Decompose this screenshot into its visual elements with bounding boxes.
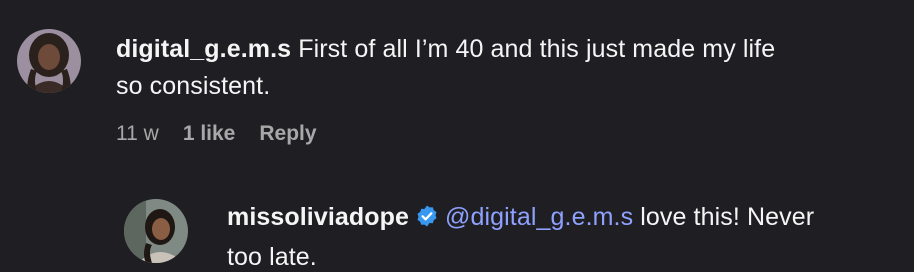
comment-likes[interactable]: 1 like bbox=[183, 119, 236, 149]
reply-text-line2: too late. bbox=[227, 243, 317, 271]
reply-text-line1: love this! Never bbox=[640, 203, 815, 231]
comment-body: digital_g.e.m.s First of all I’m 40 and … bbox=[116, 31, 896, 105]
reply-username[interactable]: missoliviadope bbox=[227, 203, 409, 231]
comment-text-line2: so consistent. bbox=[116, 72, 271, 100]
reply-button[interactable]: Reply bbox=[259, 119, 316, 149]
verified-badge-icon bbox=[415, 202, 439, 239]
reply-avatar[interactable] bbox=[124, 199, 188, 263]
reply-body: missoliviadope @digital_g.e.m.s love this… bbox=[227, 199, 907, 272]
comment-avatar[interactable] bbox=[17, 29, 81, 93]
comment-time[interactable]: 11 w bbox=[116, 119, 159, 149]
comment-text-line1: First of all I’m 40 and this just made m… bbox=[298, 35, 776, 63]
comments-panel: digital_g.e.m.s First of all I’m 40 and … bbox=[0, 0, 914, 272]
reply-mention[interactable]: @digital_g.e.m.s bbox=[445, 203, 633, 231]
comment-username[interactable]: digital_g.e.m.s bbox=[116, 35, 291, 63]
comment-meta: 11 w 1 like Reply bbox=[116, 119, 317, 149]
